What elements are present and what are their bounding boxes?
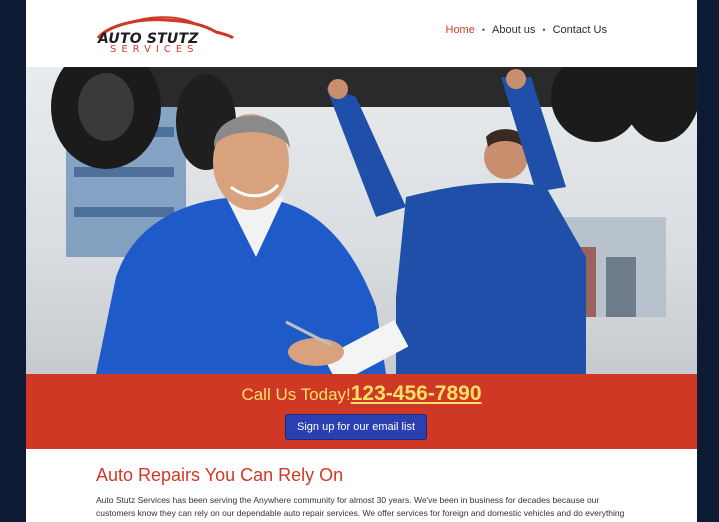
page-heading: Auto Repairs You Can Rely On bbox=[96, 465, 344, 485]
main-content: Auto Repairs You Can Rely On Auto Stutz … bbox=[96, 464, 636, 522]
hero-image bbox=[26, 67, 697, 374]
phone-number-link[interactable]: 123-456-7890 bbox=[351, 382, 482, 405]
nav-about-us[interactable]: About us bbox=[492, 24, 535, 36]
call-us-text: Call Us Today! bbox=[241, 385, 351, 404]
main-nav: Home • About us • Contact Us bbox=[446, 24, 608, 36]
mechanics-garage-illustration bbox=[51, 67, 697, 374]
nav-separator: • bbox=[542, 25, 546, 35]
page: AUTO STUTZ SERVICES Home • About us • Co… bbox=[26, 0, 697, 522]
site-header: AUTO STUTZ SERVICES Home • About us • Co… bbox=[26, 0, 697, 66]
call-us-line: Call Us Today!123-456-7890 bbox=[26, 382, 697, 406]
logo[interactable]: AUTO STUTZ SERVICES bbox=[96, 12, 236, 60]
nav-separator: • bbox=[481, 25, 485, 35]
nav-home[interactable]: Home bbox=[446, 24, 475, 36]
intro-paragraph: Auto Stutz Services has been serving the… bbox=[96, 495, 625, 522]
logo-subtitle: SERVICES bbox=[110, 44, 199, 55]
email-signup-button[interactable]: Sign up for our email list bbox=[285, 414, 427, 440]
nav-contact-us[interactable]: Contact Us bbox=[553, 24, 607, 36]
